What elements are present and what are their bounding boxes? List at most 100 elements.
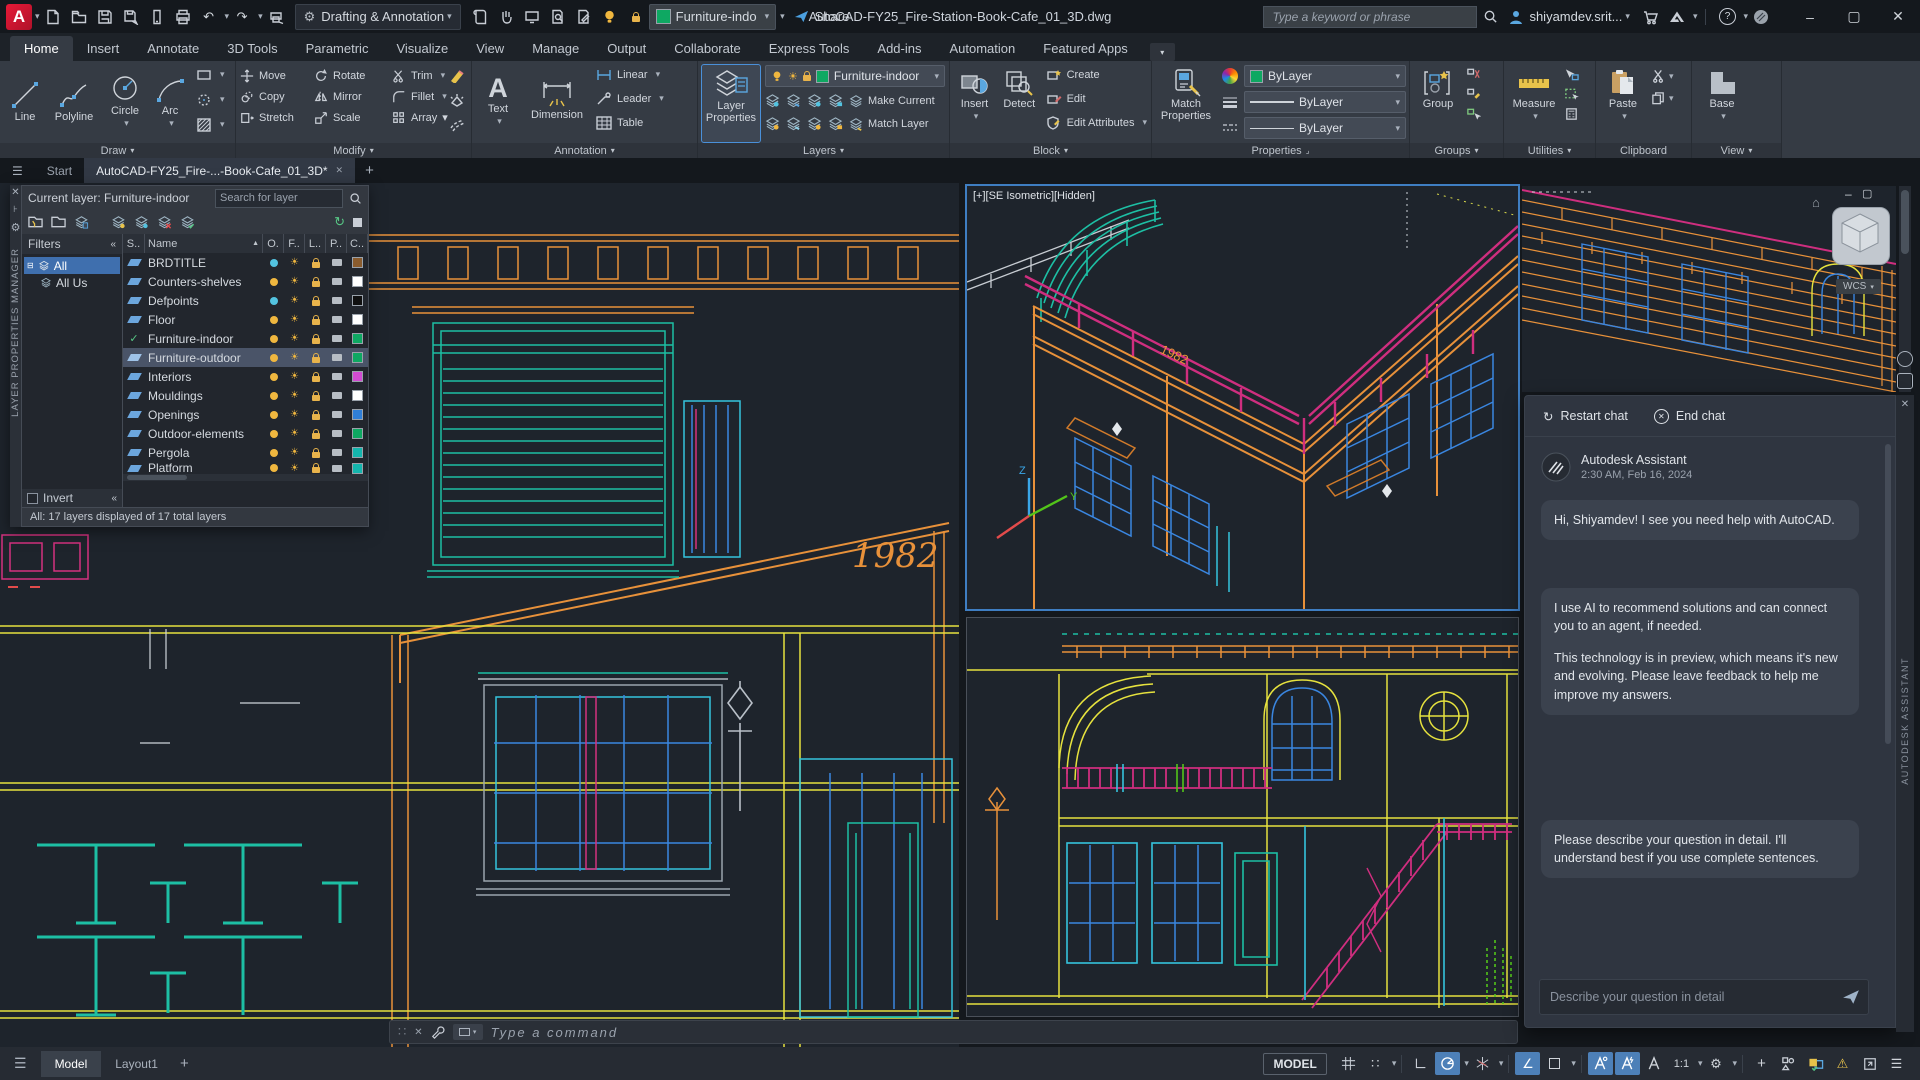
match-properties-button[interactable]: Match Properties [1156, 65, 1216, 122]
dimension-button[interactable]: Dimension [524, 76, 590, 121]
arc-button[interactable]: Arc [150, 70, 190, 129]
delete-layer-icon[interactable] [157, 215, 172, 229]
invert-filter[interactable]: Invert « [22, 489, 122, 507]
annotation-scale-icon[interactable] [1642, 1052, 1667, 1075]
sheet-set-icon[interactable] [467, 4, 493, 30]
quick-calculator-icon[interactable] [1564, 107, 1579, 121]
palette-autohide-icon[interactable]: ⊦ [13, 204, 18, 215]
assistant-close-icon[interactable] [1901, 399, 1909, 410]
autodesk-caret-icon[interactable] [1693, 11, 1698, 22]
tab-output[interactable]: Output [593, 36, 660, 61]
qat-more-caret-icon[interactable] [780, 11, 785, 22]
restart-chat-button[interactable]: Restart chat [1543, 409, 1627, 424]
customization-plus-button[interactable] [1749, 1052, 1774, 1075]
command-line[interactable]: Type a command [389, 1020, 1518, 1044]
annotation-autoscale-button[interactable] [1614, 1052, 1640, 1075]
feedback-icon[interactable] [1748, 4, 1774, 30]
layer-dropdown[interactable]: Furniture-indoor [765, 65, 945, 87]
send-icon[interactable] [1842, 988, 1860, 1006]
layer-row[interactable]: Platform [123, 462, 368, 474]
new-tab-button[interactable] [365, 162, 374, 179]
panel-footer-annotation[interactable]: Annotation [472, 143, 697, 158]
user-name[interactable]: shiyamdev.srit... [1529, 9, 1622, 24]
maximize-button[interactable] [1832, 0, 1876, 33]
tab-drawing[interactable]: AutoCAD-FY25_Fire-...-Book-Cafe_01_3D* [84, 158, 356, 183]
layer-row-selected[interactable]: Furniture-outdoor [123, 348, 368, 367]
gear-caret-icon[interactable] [1732, 1058, 1737, 1069]
tab-3d-tools[interactable]: 3D Tools [213, 36, 291, 61]
viewport-label[interactable]: [+][SE Isometric][Hidden] [973, 190, 1095, 202]
new-group-filter-icon[interactable] [51, 215, 66, 229]
ortho-mode-button[interactable] [1408, 1052, 1433, 1075]
revision-cloud-button[interactable] [196, 90, 225, 109]
paste-button[interactable]: Paste [1600, 65, 1646, 122]
layer-unlock-icon[interactable] [828, 116, 843, 131]
osnap-tracking-button[interactable] [1515, 1052, 1541, 1075]
autocad-app-icon[interactable]: A [6, 3, 32, 30]
tab-annotate[interactable]: Annotate [133, 36, 213, 61]
panel-footer-properties[interactable]: Properties ⌟ [1152, 143, 1409, 158]
tab-view[interactable]: View [462, 36, 518, 61]
layer-states-icon[interactable] [74, 215, 89, 229]
cut-button[interactable] [1651, 69, 1674, 83]
detect-button[interactable]: Detect [998, 65, 1041, 110]
layer-isolate-icon[interactable] [786, 93, 801, 108]
layer-search-icon[interactable] [349, 192, 362, 205]
doc-edit-icon[interactable] [571, 4, 597, 30]
tab-visualize[interactable]: Visualize [382, 36, 462, 61]
redo-caret-icon[interactable] [258, 11, 263, 22]
qat-layer-dropdown[interactable]: Furniture-indo [648, 3, 777, 30]
chat-scrollbar[interactable] [1885, 444, 1891, 744]
rectangle-button[interactable] [196, 65, 225, 84]
quick-select-icon[interactable] [1564, 67, 1579, 81]
close-button[interactable] [1876, 0, 1920, 33]
filter-all[interactable]: ⊟ All [24, 257, 120, 274]
new-property-filter-icon[interactable] [28, 215, 43, 229]
command-grip-icon[interactable] [398, 1024, 406, 1040]
tab-close-icon[interactable] [336, 165, 344, 176]
layer-lock-icon[interactable] [623, 4, 649, 30]
layer-row[interactable]: BRDTITLE [123, 253, 368, 272]
erase-button[interactable] [449, 67, 465, 86]
viewport-restore-icon[interactable] [1862, 187, 1872, 200]
layer-table-header[interactable]: S.. Name ▲ O. F.. L.. P.. C.. [123, 234, 368, 253]
file-tab-menu-icon[interactable] [12, 164, 23, 178]
help-search-input[interactable] [1263, 5, 1478, 28]
chat-input[interactable] [1548, 989, 1842, 1005]
insert-button[interactable]: Insert [954, 65, 995, 122]
panel-footer-groups[interactable]: Groups [1410, 143, 1503, 158]
base-button[interactable]: Base [1696, 65, 1748, 122]
end-chat-button[interactable]: End chat [1653, 408, 1725, 424]
panel-footer-utilities[interactable]: Utilities [1504, 143, 1595, 158]
clean-screen-button[interactable] [1857, 1052, 1882, 1075]
new-layer-frozen-icon[interactable] [134, 215, 149, 229]
move-button[interactable]: Move [240, 66, 314, 85]
line-button[interactable]: Line [4, 76, 46, 123]
make-current-button[interactable]: Make Current [849, 91, 935, 110]
wcs-selector[interactable]: WCS [1836, 279, 1881, 294]
filters-collapse-icon[interactable]: « [110, 239, 116, 250]
create-block-button[interactable]: Create [1046, 65, 1147, 84]
tab-insert[interactable]: Insert [73, 36, 134, 61]
annotation-visibility-button[interactable] [1587, 1052, 1613, 1075]
workspace-switcher[interactable]: Drafting & Annotation [294, 3, 461, 30]
polyline-button[interactable]: Polyline [48, 76, 100, 123]
plot-button[interactable] [170, 4, 196, 30]
user-avatar-icon[interactable] [1503, 4, 1529, 30]
match-layer-button[interactable]: Match Layer [849, 114, 929, 133]
command-customize-icon[interactable] [431, 1025, 445, 1039]
share-icon[interactable] [789, 4, 815, 30]
copy-button[interactable]: Copy [240, 87, 314, 106]
cart-icon[interactable] [1638, 4, 1664, 30]
layer-unisolate-icon[interactable] [786, 116, 801, 131]
annotation-scale-value[interactable]: 1:1 [1669, 1052, 1694, 1075]
search-icon[interactable] [1477, 4, 1503, 30]
layer-row-current[interactable]: Furniture-indoor [123, 329, 368, 348]
panel-footer-modify[interactable]: Modify [236, 143, 471, 158]
model-tab[interactable]: Model [40, 1050, 102, 1077]
minimize-button[interactable] [1788, 0, 1832, 33]
tab-express-tools[interactable]: Express Tools [755, 36, 864, 61]
layer-freeze-icon[interactable] [807, 93, 822, 108]
mirror-button[interactable]: Mirror [314, 87, 392, 106]
monitor-sync-icon[interactable] [519, 4, 545, 30]
